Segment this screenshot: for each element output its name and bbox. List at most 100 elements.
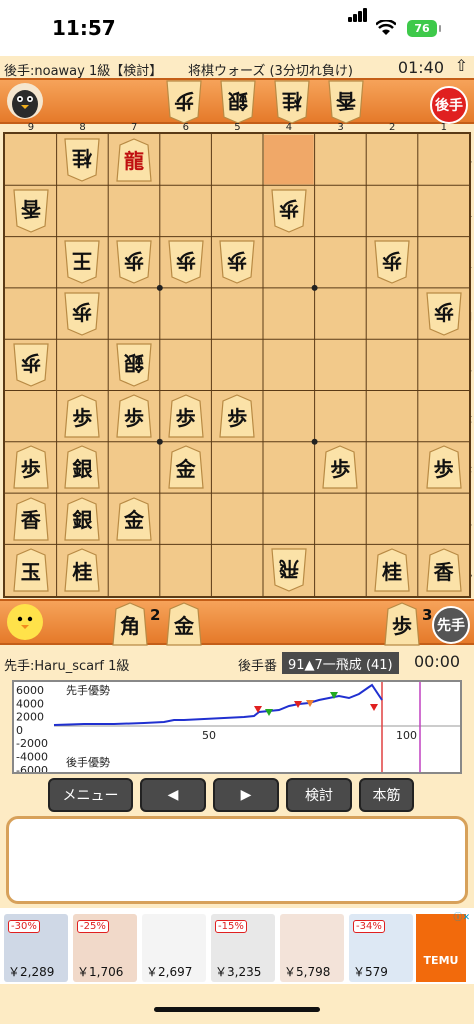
- gote-badge: 後手: [430, 86, 468, 124]
- board-piece-label: 桂: [382, 559, 402, 584]
- board-piece[interactable]: 歩: [271, 189, 307, 233]
- evaluation-graph[interactable]: 6000 4000 2000 0 -2000 -4000 -6000 50 100 先手優勢 後手優…: [12, 680, 462, 777]
- eval-marker: [370, 704, 378, 711]
- board-piece[interactable]: 銀: [64, 497, 101, 541]
- board-piece[interactable]: 王: [64, 240, 101, 284]
- board-piece-label: 歩: [124, 248, 144, 273]
- board-piece[interactable]: 歩: [64, 394, 101, 438]
- board-piece[interactable]: 香: [425, 548, 462, 592]
- prev-move-button[interactable]: ◀: [140, 778, 206, 812]
- bottom-info-row: 先手:Haru_scarf 1級 後手番 91▲7一飛成 (41) 00:00: [0, 652, 474, 676]
- eval-marker: [265, 709, 273, 716]
- board-piece[interactable]: 歩: [374, 240, 410, 284]
- graph-y-label: 6000: [16, 684, 44, 697]
- ad-discount: -34%: [353, 920, 385, 933]
- gote-hand-piece[interactable]: 銀: [220, 80, 256, 124]
- turn-indicator: 後手番: [238, 659, 278, 674]
- sente-hand-piece[interactable]: 角: [112, 602, 148, 646]
- sente-hand-piece[interactable]: 歩: [384, 602, 420, 646]
- board-piece[interactable]: 歩: [116, 240, 152, 284]
- menu-button[interactable]: メニュー: [48, 778, 133, 812]
- board-piece[interactable]: 飛: [271, 548, 307, 592]
- board-piece-label: 歩: [227, 248, 248, 273]
- board-piece[interactable]: 歩: [13, 343, 49, 387]
- main-line-button[interactable]: 本筋: [359, 778, 414, 812]
- gote-hand-piece-label: 銀: [228, 88, 248, 113]
- game-type: 将棋ウォーズ (3分切れ負け): [188, 64, 353, 79]
- board-piece-label: 歩: [175, 405, 196, 430]
- board-piece[interactable]: 歩: [116, 394, 152, 438]
- star-point: [156, 438, 163, 445]
- board-piece[interactable]: 金: [167, 445, 204, 490]
- move-indicator[interactable]: 91▲7一飛成 (41): [282, 652, 399, 674]
- ad-price: ￥1,706: [77, 965, 124, 979]
- board-piece[interactable]: 歩: [219, 394, 255, 438]
- ad-discount: -30%: [8, 920, 40, 933]
- board-piece[interactable]: 香: [13, 189, 49, 233]
- sente-advantage-label: 先手優勢: [66, 683, 110, 697]
- board-piece[interactable]: 桂: [64, 138, 101, 182]
- board-piece-label: 歩: [175, 248, 196, 273]
- battery-indicator: 76: [407, 20, 441, 37]
- graph-x-label: 50: [202, 729, 216, 742]
- board-piece-label: 歩: [382, 248, 402, 273]
- board-piece-label: 玉: [20, 559, 41, 584]
- graph-x-label: 100: [396, 729, 417, 742]
- sente-badge: 先手: [432, 606, 470, 644]
- ad-banner[interactable]: -30% ￥2,289 -25% ￥1,706 ￥2,697 -15% ￥3,235 ￥5,7…: [0, 908, 474, 984]
- share-arrow-icon[interactable]: ⇧: [455, 56, 468, 75]
- board-piece[interactable]: 香: [13, 497, 49, 541]
- comment-box[interactable]: [6, 816, 468, 904]
- ad-item[interactable]: -34% ￥579: [349, 914, 413, 982]
- board-piece[interactable]: 歩: [167, 240, 204, 284]
- gote-hand-piece[interactable]: 步: [166, 80, 202, 124]
- board-piece[interactable]: 銀: [116, 343, 152, 387]
- board-piece-label: 金: [124, 508, 144, 533]
- board-piece[interactable]: 龍: [116, 137, 152, 182]
- board-piece-label: 歩: [20, 456, 41, 481]
- gote-hand-piece[interactable]: 香: [328, 80, 364, 124]
- board-piece[interactable]: 桂: [64, 548, 101, 592]
- board-piece[interactable]: 金: [116, 497, 152, 541]
- graph-y-label: 0: [16, 724, 23, 737]
- ad-item[interactable]: -25% ￥1,706: [73, 914, 137, 982]
- board-piece-label: 歩: [124, 405, 144, 430]
- board-piece-label: 銀: [72, 456, 93, 481]
- ad-item[interactable]: ￥2,697: [142, 914, 206, 982]
- next-move-button[interactable]: ▶: [213, 778, 279, 812]
- board-piece-label: 歩: [72, 300, 93, 325]
- hand-count: 2: [150, 606, 161, 624]
- ad-price: ￥5,798: [284, 965, 331, 979]
- board-piece[interactable]: 銀: [64, 445, 101, 490]
- ad-price: ￥579: [353, 965, 388, 979]
- ad-item[interactable]: -15% ￥3,235: [211, 914, 275, 982]
- gote-hand-piece-label: 桂: [282, 88, 302, 113]
- board-piece-label: 香: [20, 197, 41, 222]
- board-piece[interactable]: 玉: [13, 548, 49, 592]
- star-point: [311, 284, 318, 291]
- ad-item[interactable]: -30% ￥2,289: [4, 914, 68, 982]
- board-piece[interactable]: 歩: [219, 240, 255, 284]
- review-button[interactable]: 検討: [286, 778, 352, 812]
- board-piece[interactable]: 歩: [425, 445, 462, 490]
- gote-clock: 01:40: [397, 58, 444, 77]
- ad-item[interactable]: ￥5,798: [280, 914, 344, 982]
- gote-hand-piece[interactable]: 桂: [274, 80, 310, 124]
- gote-player-name: 後手:noaway 1級【検討】: [4, 64, 163, 79]
- board-piece[interactable]: 桂: [374, 548, 410, 592]
- board-piece[interactable]: 歩: [13, 445, 49, 490]
- ad-info-icon[interactable]: ⓘ✕: [453, 910, 470, 923]
- wifi-icon: [375, 19, 397, 40]
- board-piece[interactable]: 歩: [167, 394, 204, 438]
- sente-hand-piece-label: 角: [120, 613, 140, 638]
- board-piece[interactable]: 歩: [322, 445, 359, 490]
- board-piece-label: 銀: [72, 508, 93, 533]
- board-piece-label: 歩: [433, 300, 454, 325]
- ad-price: ￥2,289: [8, 965, 55, 979]
- board-piece-label: 龍: [124, 149, 144, 174]
- temu-logo[interactable]: TEMU: [416, 914, 466, 982]
- sente-hand-piece[interactable]: 金: [166, 602, 202, 646]
- board-piece[interactable]: 歩: [425, 291, 462, 336]
- sente-avatar: [6, 603, 44, 641]
- board-piece[interactable]: 歩: [64, 291, 101, 336]
